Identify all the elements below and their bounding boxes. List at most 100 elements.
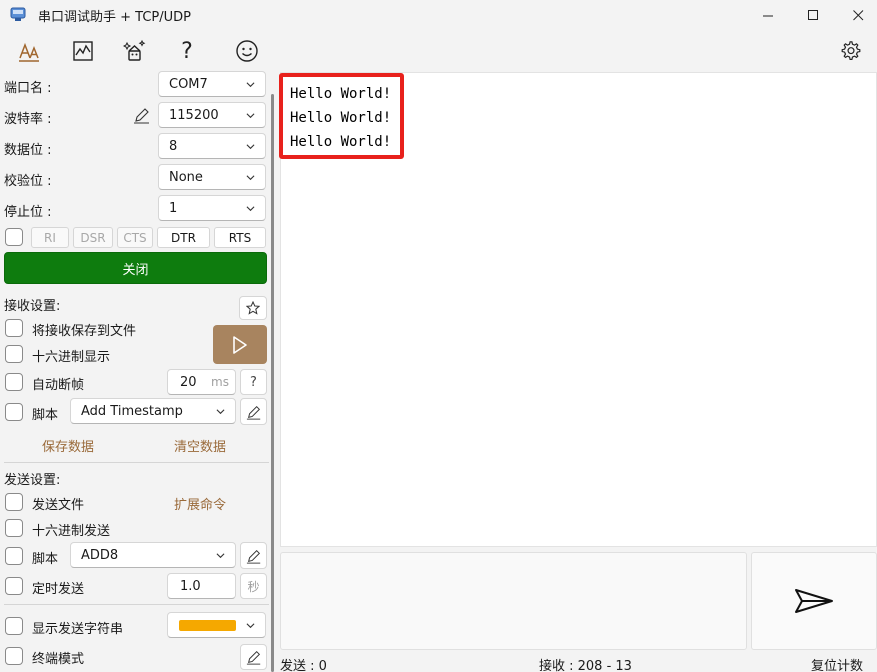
hex-send-label: 十六进制发送 (32, 524, 111, 539)
color-picker[interactable] (167, 612, 266, 638)
send-file-checkbox[interactable] (5, 493, 23, 511)
stopbits-value: 1 (169, 200, 178, 216)
timed-send-label: 定时发送 (32, 582, 85, 597)
signal-ri: RI (31, 227, 69, 248)
parity-select[interactable]: None (158, 164, 266, 190)
stopbits-select[interactable]: 1 (158, 195, 266, 221)
pen-icon (246, 650, 260, 665)
close-window-button[interactable] (835, 0, 877, 30)
send-icon (795, 589, 833, 613)
send-settings-label: 发送设置: (4, 473, 61, 488)
save-to-file-checkbox[interactable] (5, 319, 23, 337)
divider (4, 604, 269, 605)
port-select[interactable]: COM7 (158, 71, 266, 97)
help-icon[interactable]: ? (174, 38, 200, 64)
send-script-select[interactable]: ADD8 (70, 542, 236, 568)
sent-count: 发送 : 0 (280, 659, 327, 672)
send-button[interactable] (751, 552, 877, 650)
color-swatch (179, 620, 236, 631)
chevron-down-icon (246, 206, 255, 212)
receive-script-value: Add Timestamp (81, 403, 183, 419)
chevron-down-icon (246, 113, 255, 119)
send-input[interactable] (280, 552, 747, 650)
chevron-down-icon (246, 144, 255, 150)
highlight-box (279, 73, 404, 159)
magic-icon[interactable] (122, 38, 148, 64)
terminal-mode-label: 终端模式 (32, 652, 85, 667)
show-send-string-label: 显示发送字符串 (32, 622, 124, 637)
rts-button[interactable]: RTS (214, 227, 266, 248)
receive-script-checkbox[interactable] (5, 403, 23, 421)
baud-label: 波特率 : (4, 112, 52, 127)
signal-cts: CTS (117, 227, 153, 248)
signals-checkbox[interactable] (5, 228, 23, 246)
play-button[interactable] (213, 325, 267, 364)
databits-value: 8 (169, 138, 178, 154)
stopbits-label: 停止位 : (4, 205, 52, 220)
receive-script-label: 脚本 (32, 408, 59, 423)
chevron-down-icon (246, 82, 255, 88)
smiley-icon[interactable] (234, 38, 260, 64)
port-label: 端口名 : (4, 81, 52, 96)
timed-send-value: 1.0 (180, 578, 201, 594)
extended-commands-link[interactable]: 扩展命令 (174, 494, 226, 513)
left-panel-scrollbar[interactable] (271, 94, 274, 672)
minimize-button[interactable] (745, 0, 791, 30)
baud-value: 115200 (169, 107, 219, 123)
chevron-down-icon (216, 553, 225, 559)
settings-icon[interactable] (838, 38, 864, 64)
frame-unit: ms (211, 375, 229, 389)
chart-icon[interactable] (70, 38, 96, 64)
baud-select[interactable]: 115200 (158, 102, 266, 128)
receive-settings-label: 接收设置: (4, 299, 61, 314)
divider (4, 462, 269, 463)
frame-interval-value: 20 (180, 374, 197, 390)
receive-script-edit-button[interactable] (240, 398, 267, 425)
hex-display-label: 十六进制显示 (32, 350, 111, 365)
auto-frame-label: 自动断帧 (32, 378, 85, 393)
font-icon[interactable] (16, 38, 42, 64)
chevron-down-icon (216, 409, 225, 415)
reset-count-link[interactable]: 复位计数 (811, 655, 863, 672)
dtr-button[interactable]: DTR (157, 227, 210, 248)
app-icon (10, 6, 26, 22)
parity-label: 校验位 : (4, 174, 52, 189)
send-file-label: 发送文件 (32, 498, 85, 513)
databits-select[interactable]: 8 (158, 133, 266, 159)
hex-send-checkbox[interactable] (5, 519, 23, 537)
favorite-button[interactable] (239, 296, 267, 320)
received-count: 接收 : 208 - 13 (539, 659, 632, 672)
star-icon (246, 301, 260, 315)
frame-help-button[interactable]: ? (240, 369, 267, 395)
show-send-string-checkbox[interactable] (5, 617, 23, 635)
timed-send-unit: 秒 (240, 573, 267, 599)
frame-interval-input[interactable]: 20 ms (167, 369, 236, 395)
send-script-edit-button[interactable] (240, 542, 267, 569)
hex-display-checkbox[interactable] (5, 345, 23, 363)
play-icon (233, 335, 247, 354)
parity-value: None (169, 169, 203, 185)
signal-dsr: DSR (73, 227, 113, 248)
maximize-button[interactable] (790, 0, 836, 30)
pen-icon (246, 549, 260, 564)
terminal-edit-button[interactable] (240, 644, 267, 670)
clear-data-link[interactable]: 清空数据 (174, 436, 226, 455)
window-title: 串口调试助手 + TCP/UDP (38, 10, 191, 25)
terminal-mode-checkbox[interactable] (5, 647, 23, 665)
save-data-link[interactable]: 保存数据 (42, 436, 94, 455)
chevron-down-icon (246, 175, 255, 181)
chevron-down-icon (246, 623, 255, 629)
databits-label: 数据位 : (4, 143, 52, 158)
port-value: COM7 (169, 76, 208, 92)
pen-icon[interactable] (133, 106, 151, 124)
pen-icon (246, 405, 260, 420)
close-port-button[interactable]: 关闭 (4, 252, 267, 284)
send-script-value: ADD8 (81, 547, 119, 563)
send-script-checkbox[interactable] (5, 547, 23, 565)
auto-frame-checkbox[interactable] (5, 373, 23, 391)
timed-send-input[interactable]: 1.0 (167, 573, 236, 599)
receive-script-select[interactable]: Add Timestamp (70, 398, 236, 424)
send-script-label: 脚本 (32, 552, 59, 567)
timed-send-checkbox[interactable] (5, 577, 23, 595)
save-to-file-label: 将接收保存到文件 (32, 324, 137, 339)
